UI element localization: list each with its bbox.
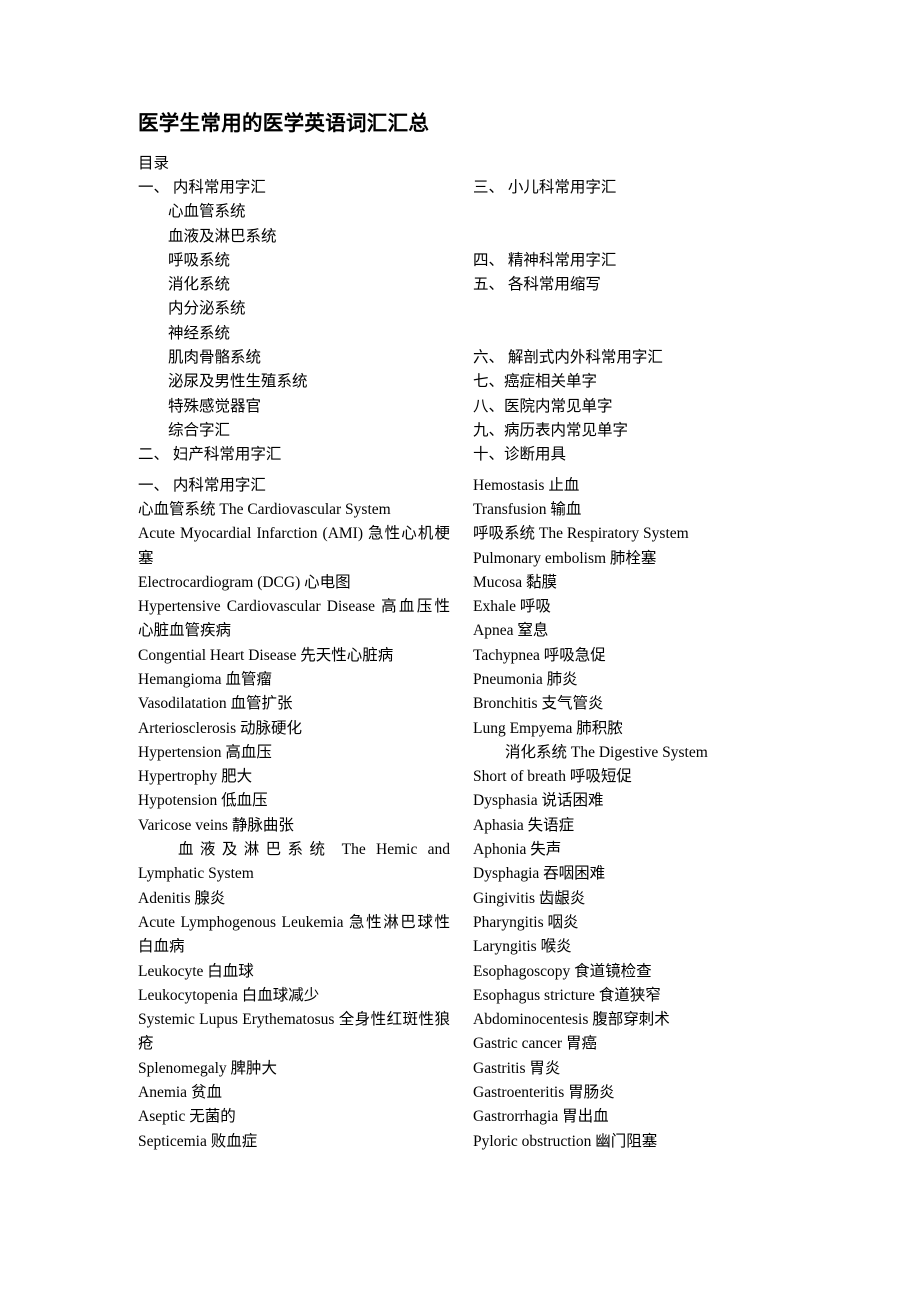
glossary-entry: Gastric cancer 胃癌 [473, 1035, 597, 1053]
glossary-entry: Gastritis 胃炎 [473, 1059, 561, 1077]
glossary-entry: 心血管系统 The Cardiovascular System [138, 500, 391, 518]
toc-entry[interactable]: 八、医院内常见单字 [473, 395, 803, 419]
glossary-entry: Hypertensive Cardiovascular Disease 高血压性… [138, 598, 450, 640]
toc-entry[interactable]: 血液及淋巴系统 [138, 225, 468, 249]
toc-entry[interactable]: 三、 小儿科常用字汇 [473, 176, 803, 200]
glossary-entry: Splenomegaly 脾肿大 [138, 1059, 278, 1077]
toc-list-right: 三、 小儿科常用字汇 四、 精神科常用字汇 五、 各科常用缩写 六、 解剖式内外科… [473, 176, 803, 468]
toc-entry[interactable]: 九、病历表内常见单字 [473, 419, 803, 443]
glossary-entry: Dysphagia 吞咽困难 [473, 865, 606, 883]
glossary-entry: Exhale 呼吸 [473, 598, 551, 616]
glossary-entry: Dysphasia 说话困难 [473, 792, 604, 810]
toc-column-left: 目录 一、 内科常用字汇 心血管系统 血液及淋巴系统 呼吸系统 消化系统 内分泌系统 神经系… [138, 152, 468, 468]
toc-entry[interactable]: 四、 精神科常用字汇 [473, 249, 803, 273]
glossary-entry: Pulmonary embolism 肺栓塞 [473, 549, 657, 567]
glossary-column-left: 一、 内科常用字汇心血管系统 The Cardiovascular System… [138, 474, 450, 1154]
glossary-entry: Hemangioma 血管瘤 [138, 671, 272, 688]
toc-column-right: 三、 小儿科常用字汇 四、 精神科常用字汇 五、 各科常用缩写 六、 解剖式内外科… [473, 152, 803, 468]
toc-entry[interactable]: 特殊感觉器官 [138, 395, 468, 419]
glossary-entry: Gingivitis 齿龈炎 [473, 889, 586, 907]
glossary-entry: Apnea 窒息 [473, 622, 549, 640]
toc-entry[interactable]: 五、 各科常用缩写 [473, 273, 803, 297]
glossary-entry: Aseptic 无菌的 [138, 1108, 236, 1126]
toc-entry[interactable]: 七、癌症相关单字 [473, 370, 803, 394]
glossary-entry: 血液及淋巴系统 The Hemic and Lymphatic System [138, 841, 450, 883]
glossary-entry: Systemic Lupus Erythematosus 全身性红斑性狼疮 [138, 1011, 450, 1053]
glossary-column-right: Hemostasis 止血 Transfusion 输血呼吸系统 The Resp… [473, 474, 785, 1154]
page-title: 医学生常用的医学英语词汇汇总 [138, 113, 430, 135]
glossary-entry: Short of breath 呼吸短促 [473, 768, 632, 786]
glossary-entry: Hypertrophy 肥大 [138, 768, 253, 786]
glossary-entry: 消化系统 The Digestive System [505, 743, 708, 761]
glossary-entry: Anemia 贫血 [138, 1084, 222, 1102]
glossary-entry: Abdominocentesis 腹部穿刺术 [473, 1011, 670, 1029]
table-of-contents: 目录 一、 内科常用字汇 心血管系统 血液及淋巴系统 呼吸系统 消化系统 内分泌系统 神经系… [138, 152, 800, 464]
glossary-entry: Transfusion 输血 [473, 500, 582, 518]
toc-entry[interactable]: 十、诊断用具 [473, 443, 803, 467]
glossary-entry: Laryngitis 喉炎 [473, 938, 572, 956]
glossary-entry: Mucosa 黏膜 [473, 573, 557, 591]
glossary-entry: Leukocytopenia 白血球减少 [138, 986, 320, 1004]
toc-heading: 目录 [138, 154, 170, 172]
glossary-entry: Leukocyte 白血球 [138, 962, 254, 980]
toc-entry[interactable]: 心血管系统 [138, 200, 468, 224]
document-page: 医学生常用的医学英语词汇汇总 目录 一、 内科常用字汇 心血管系统 血液及淋巴系统呼… [0, 0, 920, 1302]
glossary-entry: Acute Myocardial Infarction (AMI) 急性心机梗塞 [138, 525, 450, 567]
toc-entry[interactable]: 神经系统 [138, 322, 468, 346]
glossary-entry: Adenitis 腺炎 [138, 889, 226, 907]
glossary-entry: Pharyngitis 咽炎 [473, 913, 579, 931]
glossary-entry: Bronchitis 支气管炎 [473, 695, 604, 713]
toc-entry[interactable]: 泌尿及男性生殖系统 [138, 370, 468, 394]
glossary-entry: Pyloric obstruction 幽门阻塞 [473, 1132, 658, 1150]
glossary-entry: Electrocardiogram (DCG) 心电图 [138, 573, 351, 591]
glossary-entry: Acute Lymphogenous Leukemia 急性淋巴球性白血病 [138, 913, 450, 956]
glossary-entry: Gastroenteritis 胃肠炎 [473, 1084, 615, 1102]
glossary-entry: Aphasia 失语症 [473, 816, 575, 834]
toc-entry[interactable]: 综合字汇 [138, 419, 468, 443]
toc-entry[interactable]: 六、 解剖式内外科常用字汇 [473, 346, 803, 370]
glossary-entry: Hypotension 低血压 [138, 792, 268, 810]
glossary-entry: Hypertension 高血压 [138, 743, 272, 761]
glossary-entry: 一、 内科常用字汇 [138, 476, 266, 494]
toc-entry[interactable]: 肌肉骨骼系统 [138, 346, 468, 370]
glossary-entry: Pneumonia 肺炎 [473, 671, 578, 688]
glossary-entry: Aphonia 失声 [473, 841, 562, 859]
glossary-entry: Tachypnea 呼吸急促 [473, 646, 606, 664]
toc-entry[interactable]: 二、 妇产科常用字汇 [138, 443, 468, 467]
glossary-entry: Congential Heart Disease 先天性心脏病 [138, 646, 394, 664]
glossary-entry: Arteriosclerosis 动脉硬化 [138, 719, 303, 737]
toc-entry[interactable]: 内分泌系统 [138, 297, 468, 321]
toc-entry[interactable]: 一、 内科常用字汇 [138, 176, 468, 200]
glossary-entry: Varicose veins 静脉曲张 [138, 816, 294, 834]
glossary-entry: Gastrorrhagia 胃出血 [473, 1108, 609, 1126]
glossary-entry: Esophagoscopy 食道镜检查 [473, 962, 652, 980]
glossary-entry: 呼吸系统 The Respiratory System [473, 525, 689, 543]
toc-list-left: 一、 内科常用字汇 心血管系统 血液及淋巴系统 呼吸系统 消化系统 内分泌系统 神经系统 肌肉… [138, 176, 468, 468]
toc-entry[interactable]: 消化系统 [138, 273, 468, 297]
glossary-entry: Esophagus stricture 食道狭窄 [473, 986, 661, 1004]
glossary-entry: Vasodilatation 血管扩张 [138, 695, 293, 713]
glossary-entry: Lung Empyema 肺积脓 [473, 719, 623, 737]
glossary-entry: Septicemia 败血症 [138, 1132, 258, 1150]
toc-entry[interactable]: 呼吸系统 [138, 249, 468, 273]
glossary-entry: Hemostasis 止血 [473, 476, 580, 494]
